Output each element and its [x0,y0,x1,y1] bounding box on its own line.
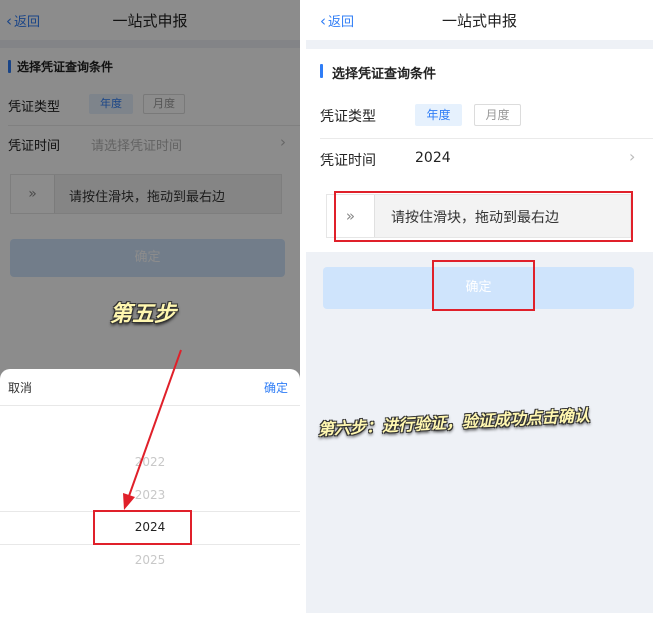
right-screenshot: ‹ 返回 一站式申报 选择凭证查询条件 凭证类型 年度 月度 凭证时间 2024 … [306,0,653,613]
nav-bar: ‹ 返回 一站式申报 [306,0,653,40]
voucher-type-label: 凭证类型 [320,109,376,125]
section-accent-bar [320,64,323,78]
tab-month[interactable]: 月度 [474,104,521,126]
page-title: 一站式申报 [441,12,517,30]
section-title: 选择凭证查询条件 [332,67,437,82]
voucher-time-label: 凭证时间 [320,153,376,169]
highlight-box [432,260,535,311]
arrow-icon [123,349,182,510]
highlight-box [334,191,633,242]
voucher-time-select[interactable]: 2024 [415,150,451,166]
tab-year[interactable]: 年度 [415,104,462,126]
divider [320,138,653,139]
chevron-right-icon: › [629,147,636,166]
divider [306,40,653,49]
section-header: 选择凭证查询条件 [306,49,653,91]
left-screenshot: ‹ 返回 一站式申报 选择凭证查询条件 凭证类型 年度 月度 凭证时间 请选择凭证… [0,0,300,627]
